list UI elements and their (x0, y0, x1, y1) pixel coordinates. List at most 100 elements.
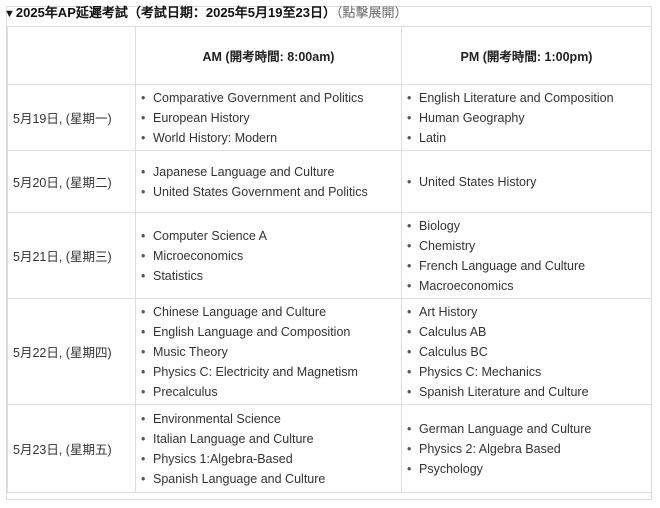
date-cell: 5月22日, (星期四) (7, 298, 136, 405)
exam-name: Calculus AB (419, 324, 487, 339)
am-exam-list: • Environmental Science • Italian Language … (141, 409, 401, 489)
list-item: • Computer Science A (141, 226, 401, 246)
list-item: • English Language and Composition (141, 322, 401, 342)
pm-exams-cell: • Biology • Chemistry • French Language and C… (401, 212, 652, 299)
bullet-icon: • (407, 110, 412, 125)
list-item: • German Language and Culture (407, 419, 651, 439)
bullet-icon: • (141, 451, 146, 466)
exam-name: Computer Science A (153, 228, 267, 243)
list-item: • Macroeconomics (407, 276, 651, 296)
table-row: 5月20日, (星期二) • Japanese Language and Cultu… (7, 150, 652, 213)
list-item: • Microeconomics (141, 246, 401, 266)
list-item: • Japanese Language and Culture (141, 162, 401, 182)
header-pm: PM (開考時間: 1:00pm) (401, 26, 652, 85)
list-item: • Italian Language and Culture (141, 429, 401, 449)
bullet-icon: • (407, 344, 412, 359)
bullet-icon: • (407, 238, 412, 253)
bullet-icon: • (407, 278, 412, 293)
exam-name: Biology (419, 218, 460, 233)
bullet-icon: • (407, 258, 412, 273)
exam-name: English Literature and Composition (419, 90, 614, 105)
exam-name: Spanish Literature and Culture (419, 384, 589, 399)
am-exams-cell: • Chinese Language and Culture • English La… (135, 298, 402, 405)
am-exams-cell: • Computer Science A • Microeconomics • Stati… (135, 212, 402, 299)
exam-schedule-table: AM (開考時間: 8:00am) PM (開考時間: 1:00pm) 5月19… (7, 26, 652, 493)
exam-name: Music Theory (153, 344, 228, 359)
exam-name: Japanese Language and Culture (153, 164, 335, 179)
bullet-icon: • (407, 324, 412, 339)
exam-name: Statistics (153, 268, 204, 283)
list-item: • Latin (407, 128, 651, 148)
pm-exams-cell: • German Language and Culture • Physics 2: … (401, 404, 652, 493)
section-title[interactable]: 2025年AP延遲考試（考試日期：2025年5月19至23日） (16, 5, 336, 20)
expand-hint[interactable]: （點擊展開） (336, 5, 408, 20)
am-exam-list: • Chinese Language and Culture • English La… (141, 302, 401, 402)
bullet-icon: • (407, 130, 412, 145)
date-cell: 5月19日, (星期一) (7, 84, 136, 151)
list-item: • Music Theory (141, 342, 401, 362)
list-item: • Spanish Literature and Culture (407, 382, 651, 402)
list-item: • Physics 1:Algebra-Based (141, 449, 401, 469)
bullet-icon: • (141, 324, 146, 339)
exam-name: Physics 1:Algebra-Based (153, 451, 293, 466)
bullet-icon: • (407, 441, 412, 456)
list-item: • United States History (407, 172, 651, 192)
pm-exams-cell: • United States History (401, 150, 652, 213)
exam-name: Chinese Language and Culture (153, 304, 327, 319)
bullet-icon: • (141, 110, 146, 125)
exam-name: Microeconomics (153, 248, 244, 263)
pm-exam-list: • United States History (407, 172, 651, 192)
bullet-icon: • (141, 90, 146, 105)
bullet-icon: • (407, 304, 412, 319)
header-am: AM (開考時間: 8:00am) (135, 26, 402, 85)
exam-name: Latin (419, 130, 447, 145)
list-item: • United States Government and Politics (141, 182, 401, 202)
exam-name: Human Geography (419, 110, 525, 125)
bullet-icon: • (141, 384, 146, 399)
list-item: • Statistics (141, 266, 401, 286)
list-item: • English Literature and Composition (407, 88, 651, 108)
list-item: • Spanish Language and Culture (141, 469, 401, 489)
date-cell: 5月23日, (星期五) (7, 404, 136, 493)
header-row: AM (開考時間: 8:00am) PM (開考時間: 1:00pm) (7, 26, 652, 85)
list-item: • Precalculus (141, 382, 401, 402)
exam-name: Calculus BC (419, 344, 488, 359)
exam-name: French Language and Culture (419, 258, 586, 273)
date-cell: 5月21日, (星期三) (7, 212, 136, 299)
header-date (7, 26, 136, 85)
date-cell: 5月20日, (星期二) (7, 150, 136, 213)
pm-exam-list: • Art History • Calculus AB • Calculus BC • Phy… (407, 302, 651, 402)
list-item: • Comparative Government and Politics (141, 88, 401, 108)
exam-name: United States Government and Politics (153, 184, 368, 199)
exam-name: Chemistry (419, 238, 476, 253)
expand-toggle[interactable]: ▼2025年AP延遲考試（考試日期：2025年5月19至23日）（點擊展開） (4, 3, 407, 23)
list-item: • Physics 2: Algebra Based (407, 439, 651, 459)
exam-name: Physics C: Electricity and Magnetism (153, 364, 358, 379)
exam-name: Physics C: Mechanics (419, 364, 542, 379)
bullet-icon: • (141, 471, 146, 486)
bullet-icon: • (141, 130, 146, 145)
triangle-down-icon[interactable]: ▼ (4, 8, 15, 20)
exam-name: Comparative Government and Politics (153, 90, 364, 105)
list-item: • French Language and Culture (407, 256, 651, 276)
list-item: • Physics C: Electricity and Magnetism (141, 362, 401, 382)
exam-name: Physics 2: Algebra Based (419, 441, 561, 456)
bullet-icon: • (141, 268, 146, 283)
bullet-icon: • (141, 411, 146, 426)
am-exams-cell: • Comparative Government and Politics • Eur… (135, 84, 402, 151)
exam-name: World History: Modern (153, 130, 278, 145)
bullet-icon: • (407, 421, 412, 436)
bullet-icon: • (407, 384, 412, 399)
exam-name: Spanish Language and Culture (153, 471, 326, 486)
exam-name: United States History (419, 174, 537, 189)
list-item: • Chinese Language and Culture (141, 302, 401, 322)
list-item: • World History: Modern (141, 128, 401, 148)
bullet-icon: • (141, 364, 146, 379)
table-row: 5月21日, (星期三) • Computer Science A • Microeco… (7, 212, 652, 299)
am-exams-cell: • Environmental Science • Italian Language … (135, 404, 402, 493)
bullet-icon: • (407, 174, 412, 189)
am-exams-cell: • Japanese Language and Culture • United St… (135, 150, 402, 213)
exam-name: Italian Language and Culture (153, 431, 314, 446)
bullet-icon: • (407, 218, 412, 233)
bullet-icon: • (141, 344, 146, 359)
